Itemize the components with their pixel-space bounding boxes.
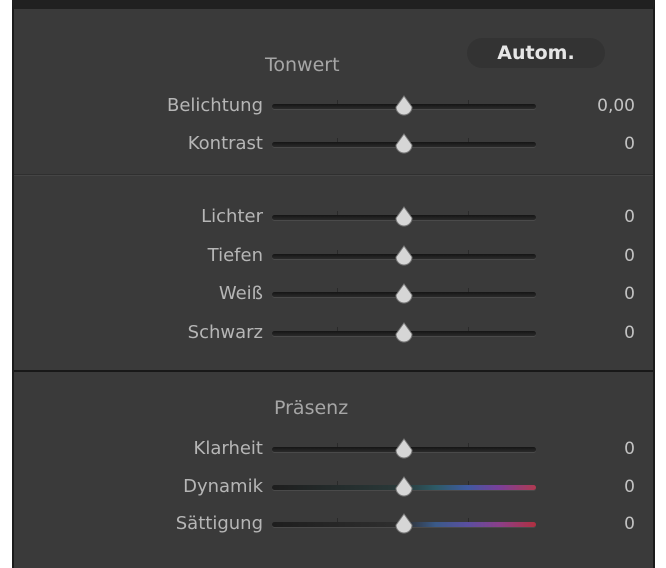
tick-mark — [337, 211, 338, 215]
slider-row-lichter: Lichter 0 — [14, 202, 653, 232]
tick-mark — [468, 211, 469, 215]
slider-track-klarheit[interactable] — [272, 438, 536, 459]
slider-row-belichtung: Belichtung 0,00 — [14, 91, 653, 121]
slider-thumb-tiefen[interactable] — [394, 245, 414, 267]
slider-row-klarheit: Klarheit 0 — [14, 434, 653, 464]
slider-value-schwarz[interactable]: 0 — [624, 322, 635, 344]
slider-track-saettigung[interactable] — [272, 513, 536, 534]
slider-value-klarheit[interactable]: 0 — [624, 438, 635, 460]
tick-mark — [468, 138, 469, 142]
slider-thumb-weiss[interactable] — [394, 283, 414, 305]
tick-mark — [468, 288, 469, 292]
slider-row-dynamik: Dynamik 0 — [14, 472, 653, 502]
auto-tone-button[interactable]: Autom. — [467, 38, 605, 68]
slider-value-lichter[interactable]: 0 — [624, 206, 635, 228]
slider-row-weiss: Weiß 0 — [14, 279, 653, 309]
slider-thumb-belichtung[interactable] — [394, 95, 414, 117]
slider-track-schwarz[interactable] — [272, 322, 536, 343]
tick-mark — [468, 250, 469, 254]
tick-mark — [468, 481, 469, 485]
section-title-praesenz: Präsenz — [274, 397, 349, 419]
tick-mark — [337, 288, 338, 292]
slider-value-kontrast[interactable]: 0 — [624, 133, 635, 155]
tick-mark — [337, 443, 338, 447]
slider-label-tiefen: Tiefen — [207, 245, 263, 266]
tick-mark — [337, 518, 338, 522]
slider-track-dynamik[interactable] — [272, 476, 536, 497]
tick-mark — [337, 138, 338, 142]
slider-label-schwarz: Schwarz — [187, 322, 263, 343]
slider-row-tiefen: Tiefen 0 — [14, 241, 653, 271]
slider-label-dynamik: Dynamik — [183, 476, 263, 497]
tick-mark — [468, 100, 469, 104]
slider-thumb-kontrast[interactable] — [394, 133, 414, 155]
slider-thumb-dynamik[interactable] — [394, 476, 414, 498]
basic-adjustments-panel: Tonwert Autom. Belichtung 0,00 Kontrast … — [12, 0, 655, 568]
slider-thumb-schwarz[interactable] — [394, 322, 414, 344]
slider-thumb-klarheit[interactable] — [394, 438, 414, 460]
slider-thumb-saettigung[interactable] — [394, 513, 414, 535]
tick-mark — [337, 100, 338, 104]
section-title-tonwert: Tonwert — [265, 54, 340, 76]
slider-track-belichtung[interactable] — [272, 95, 536, 116]
slider-value-dynamik[interactable]: 0 — [624, 476, 635, 498]
slider-label-weiss: Weiß — [218, 283, 263, 304]
slider-thumb-lichter[interactable] — [394, 206, 414, 228]
slider-label-lichter: Lichter — [201, 206, 263, 227]
slider-value-belichtung[interactable]: 0,00 — [597, 95, 635, 117]
slider-track-lichter[interactable] — [272, 206, 536, 227]
slider-label-kontrast: Kontrast — [187, 133, 263, 154]
slider-value-saettigung[interactable]: 0 — [624, 513, 635, 535]
slider-label-klarheit: Klarheit — [193, 438, 263, 459]
slider-label-saettigung: Sättigung — [175, 513, 263, 534]
tick-mark — [337, 250, 338, 254]
tick-mark — [337, 327, 338, 331]
slider-track-tiefen[interactable] — [272, 245, 536, 266]
slider-value-weiss[interactable]: 0 — [624, 283, 635, 305]
slider-label-belichtung: Belichtung — [166, 95, 263, 116]
slider-track-kontrast[interactable] — [272, 133, 536, 154]
section-divider — [14, 370, 653, 372]
tick-mark — [468, 518, 469, 522]
slider-row-kontrast: Kontrast 0 — [14, 129, 653, 159]
slider-track-weiss[interactable] — [272, 283, 536, 304]
tick-mark — [468, 443, 469, 447]
slider-row-schwarz: Schwarz 0 — [14, 318, 653, 348]
tick-mark — [468, 327, 469, 331]
slider-row-saettigung: Sättigung 0 — [14, 509, 653, 539]
tick-mark — [337, 481, 338, 485]
section-divider — [14, 174, 653, 176]
slider-value-tiefen[interactable]: 0 — [624, 245, 635, 267]
